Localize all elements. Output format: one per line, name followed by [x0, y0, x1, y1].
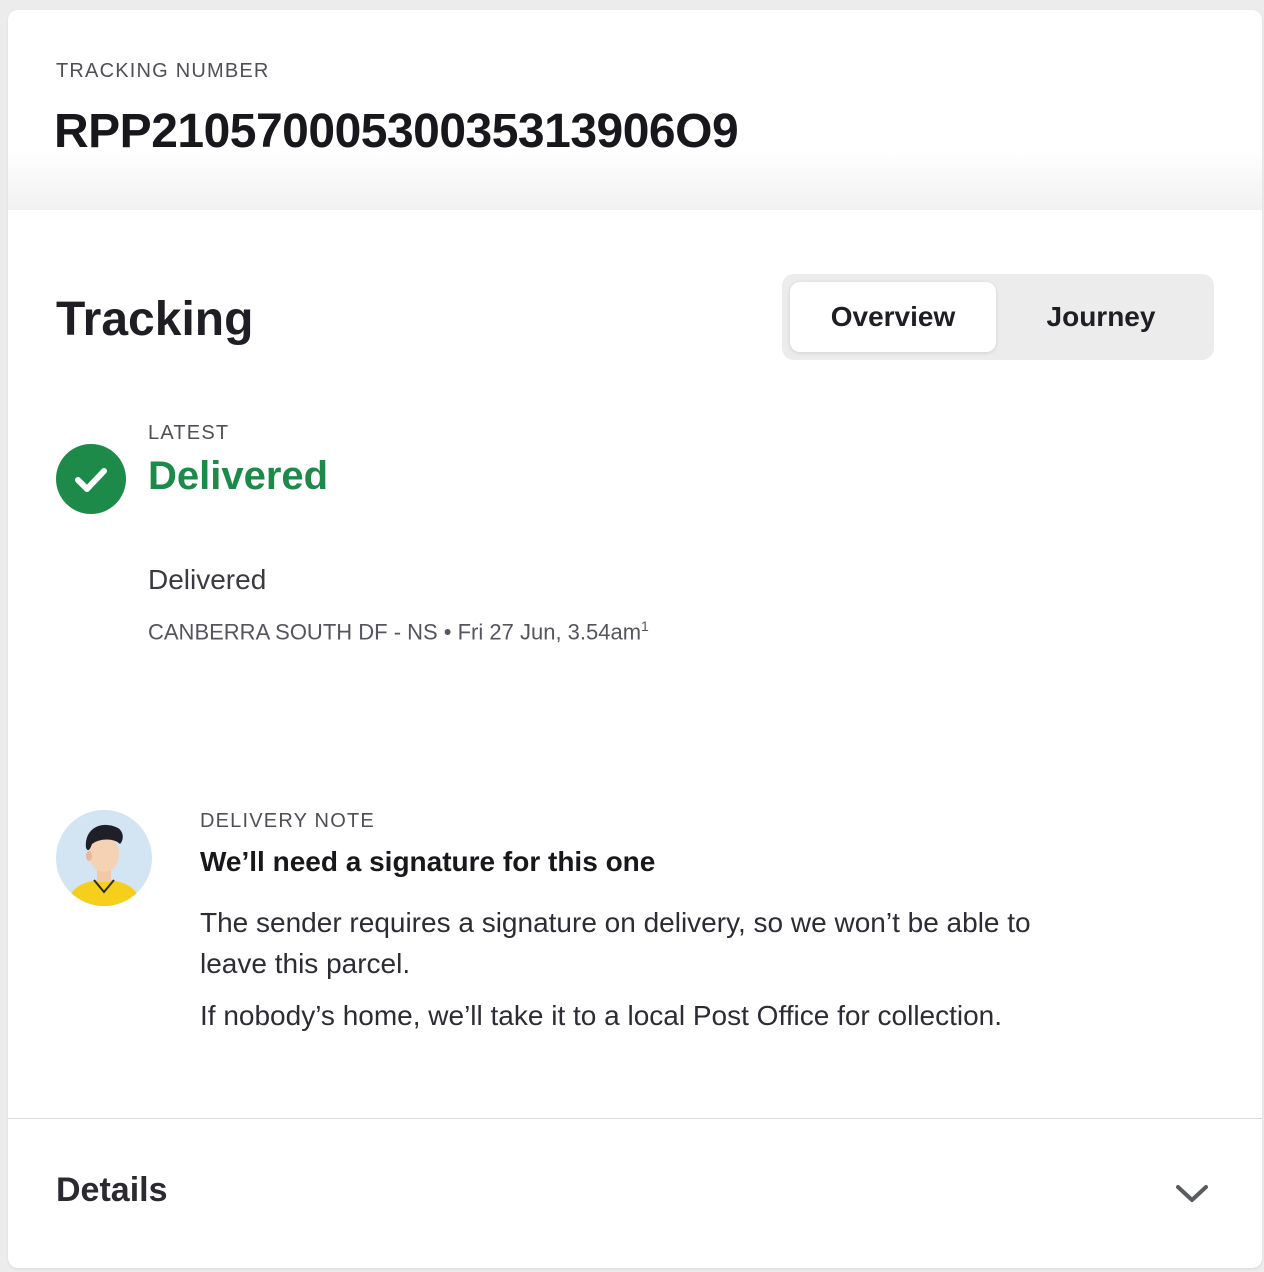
latest-label: LATEST: [148, 422, 230, 444]
tracking-card: TRACKING NUMBER RPP21057000530035313906O…: [8, 10, 1262, 1268]
delivery-note-section: DELIVERY NOTE We’ll need a signature for…: [8, 746, 1262, 1118]
tracking-number-section: TRACKING NUMBER RPP21057000530035313906O…: [8, 10, 1262, 210]
tracking-number-value: RPP21057000530035313906O9: [54, 105, 739, 158]
delivery-note-label: DELIVERY NOTE: [200, 810, 375, 832]
event-footnote[interactable]: 1: [641, 618, 649, 634]
tracking-number-label: TRACKING NUMBER: [56, 60, 270, 82]
tracking-section: Tracking Overview Journey LATEST Deliver…: [8, 210, 1262, 746]
courier-avatar: [56, 810, 152, 906]
event-location-time: CANBERRA SOUTH DF - NS • Fri 27 Jun, 3.5…: [148, 618, 649, 645]
details-label: Details: [56, 1171, 168, 1209]
tab-overview[interactable]: Overview: [790, 282, 996, 352]
details-expander[interactable]: Details: [8, 1119, 1262, 1268]
event-location-time-text: CANBERRA SOUTH DF - NS • Fri 27 Jun, 3.5…: [148, 619, 642, 645]
check-icon: [56, 444, 126, 514]
chevron-down-icon[interactable]: [1172, 1179, 1212, 1212]
latest-status: Delivered: [148, 454, 329, 498]
tracking-title: Tracking: [56, 293, 254, 346]
view-toggle: Overview Journey: [782, 274, 1214, 360]
event-description: Delivered: [148, 564, 267, 595]
tab-journey[interactable]: Journey: [998, 282, 1204, 352]
delivery-note-body-1: The sender requires a signature on deliv…: [200, 907, 1031, 979]
delivery-note-heading: We’ll need a signature for this one: [200, 846, 656, 877]
delivery-note-body-2: If nobody’s home, we’ll take it to a loc…: [200, 1000, 1003, 1031]
